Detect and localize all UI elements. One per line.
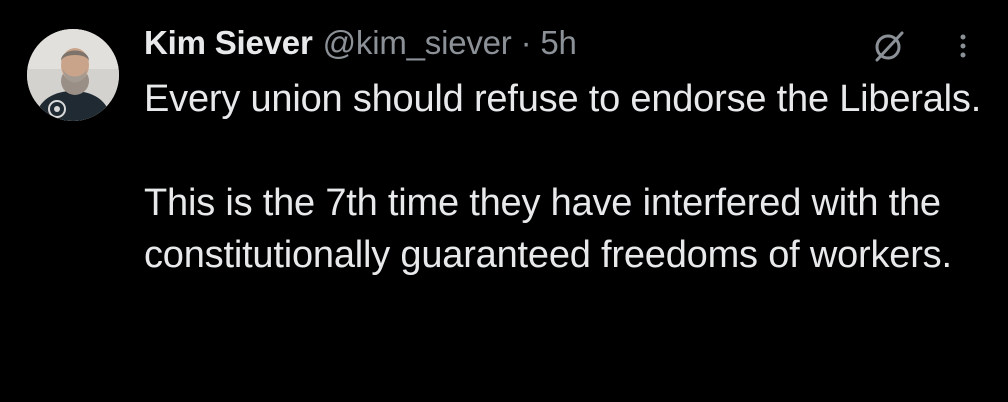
tweet-text: Every union should refuse to endorse the… (144, 73, 984, 281)
grok-icon[interactable] (869, 26, 909, 66)
author-handle[interactable]: @kim_siever (323, 24, 512, 62)
tweet-paragraph-2: This is the 7th time they have interfere… (144, 182, 952, 276)
avatar-image (27, 29, 119, 121)
avatar[interactable] (27, 29, 119, 121)
header-separator: · (520, 24, 532, 61)
tweet[interactable]: Kim Siever @kim_siever · 5h Every union … (0, 0, 1008, 402)
tweet-header: Kim Siever @kim_siever · 5h (144, 20, 577, 66)
author-name[interactable]: Kim Siever (144, 24, 313, 62)
tweet-paragraph-1: Every union should refuse to endorse the… (144, 78, 982, 120)
more-vertical-icon[interactable] (950, 28, 976, 64)
tweet-timestamp[interactable]: 5h (540, 24, 577, 62)
